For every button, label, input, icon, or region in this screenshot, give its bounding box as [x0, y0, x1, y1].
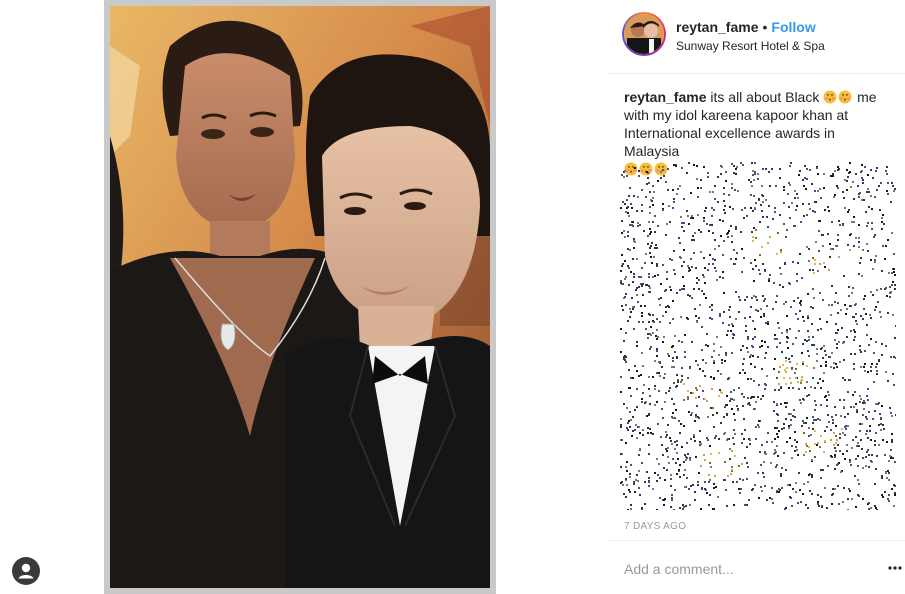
post-photo-frame	[104, 0, 496, 594]
caption-username[interactable]: reytan_fame	[624, 89, 707, 105]
user-avatar-icon	[18, 563, 34, 579]
comment-input[interactable]	[624, 561, 854, 577]
follow-button[interactable]: Follow	[771, 19, 815, 35]
ellipsis-icon	[888, 566, 902, 570]
post-side-panel: reytan_fame • Follow Sunway Resort Hotel &…	[608, 0, 905, 594]
header-divider	[608, 73, 905, 74]
pixelated-comments-area	[620, 162, 896, 510]
avatar[interactable]	[624, 14, 664, 54]
story-ring[interactable]	[622, 12, 666, 56]
kissing-face-icon	[823, 90, 837, 104]
profile-button[interactable]	[12, 557, 40, 585]
avatar-photo	[624, 14, 664, 54]
post-header: reytan_fame • Follow Sunway Resort Hotel &…	[608, 8, 905, 70]
header-user-line: reytan_fame • Follow	[676, 19, 816, 35]
left-gutter	[0, 0, 104, 594]
post-photo[interactable]	[110, 6, 490, 588]
username-link[interactable]: reytan_fame	[676, 19, 759, 35]
more-options-button[interactable]	[887, 560, 903, 576]
post-timestamp: 7 DAYS AGO	[624, 521, 687, 532]
caption-text-1: its all about Black	[706, 89, 824, 105]
location-link[interactable]: Sunway Resort Hotel & Spa	[676, 39, 825, 53]
pixelated-comments-noise	[620, 162, 896, 510]
comment-divider	[608, 540, 905, 541]
selfie-image	[110, 6, 490, 588]
kissing-face-icon	[838, 90, 852, 104]
separator-dot: •	[762, 19, 768, 35]
